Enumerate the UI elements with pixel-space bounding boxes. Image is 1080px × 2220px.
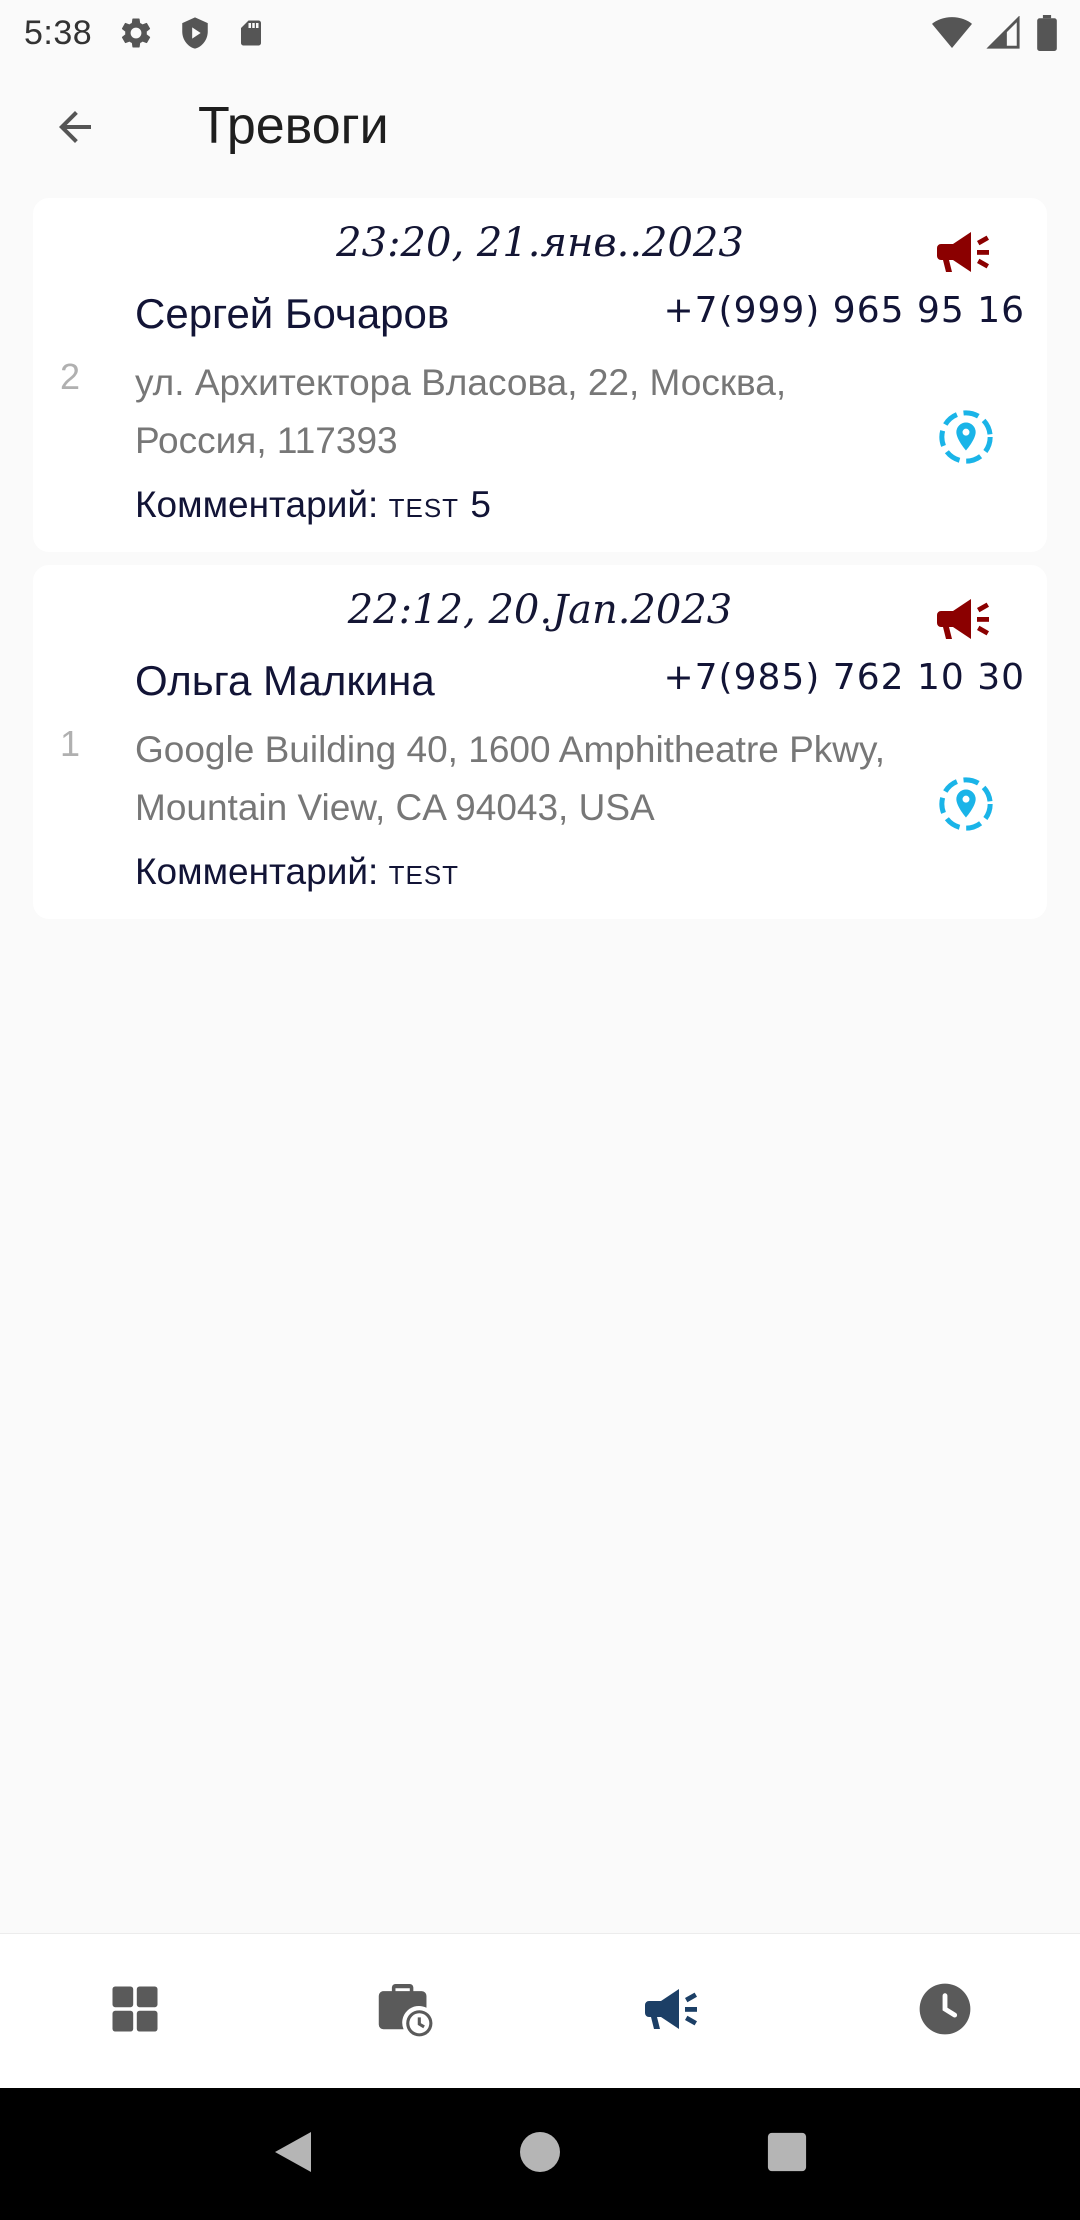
shield-icon [178,15,212,51]
alarm-comment: Комментарий: test 5 [135,484,492,526]
briefcase-clock-icon [374,1979,436,2044]
page-title: Тревоги [198,97,389,155]
alarm-datetime: 22:12, 20.Jan.2023 [347,587,733,633]
alarm-phone[interactable]: +7(999) 965 95 16 [663,290,1025,331]
megaphone-icon[interactable] [937,595,997,643]
nav-dashboard[interactable] [75,1957,195,2067]
megaphone-icon [645,1985,705,2038]
dashboard-icon [108,1982,162,2041]
signal-icon [986,16,1022,50]
alarm-comment: Комментарий: test [135,851,459,893]
arrow-back-icon [51,103,99,156]
alarm-card[interactable]: 2 23:20, 21.янв..2023 Сергей Бочаров +7(… [33,198,1047,552]
comment-label: Комментарий: [135,484,379,525]
alarm-index: 1 [59,723,81,764]
status-bar: 5:38 [0,0,1080,66]
wifi-icon [932,16,972,50]
alarm-list: 2 23:20, 21.янв..2023 Сергей Бочаров +7(… [33,198,1047,932]
alarm-address: ул. Архитектора Власова, 22, Москва, Рос… [135,362,787,461]
nav-duty[interactable] [345,1957,465,2067]
alarm-datetime: 23:20, 21.янв..2023 [336,220,744,266]
location-pin-icon[interactable] [937,775,995,833]
sd-card-icon [236,16,266,50]
nav-alarms[interactable] [615,1957,735,2067]
megaphone-icon[interactable] [937,228,997,276]
comment-value: test 5 [388,484,492,525]
bottom-navigation [0,1933,1080,2089]
alarm-index: 2 [59,356,81,397]
system-back-button[interactable] [253,2114,333,2194]
gear-icon [118,15,154,51]
comment-label: Комментарий: [135,851,379,892]
comment-value: test [388,851,460,892]
nav-history[interactable] [885,1957,1005,2067]
system-home-button[interactable] [500,2114,580,2194]
battery-icon [1036,15,1058,51]
circle-home-icon [518,2130,562,2179]
system-navigation-bar [0,2088,1080,2220]
location-pin-icon[interactable] [937,408,995,466]
alarm-card[interactable]: 1 22:12, 20.Jan.2023 Ольга Малкина +7(98… [33,565,1047,919]
app-bar: Тревоги [0,66,1080,194]
alarm-contact-name: Ольга Малкина [135,657,435,704]
back-button[interactable] [42,96,108,162]
square-recents-icon [766,2131,808,2178]
triangle-back-icon [271,2128,315,2181]
status-time: 5:38 [24,13,93,52]
alarm-address: Google Building 40, 1600 Amphitheatre Pk… [135,729,886,828]
status-icons-left [118,15,266,51]
alarm-contact-name: Сергей Бочаров [135,290,450,337]
status-left: 5:38 [24,14,266,53]
system-recents-button[interactable] [747,2114,827,2194]
alarm-phone[interactable]: +7(985) 762 10 30 [663,657,1025,698]
clock-icon [916,1980,974,2043]
alarms-screen: 5:38 Тревоги 2 23:20, 21.янв..2023 Серге… [0,0,1080,2220]
status-right [932,15,1058,51]
